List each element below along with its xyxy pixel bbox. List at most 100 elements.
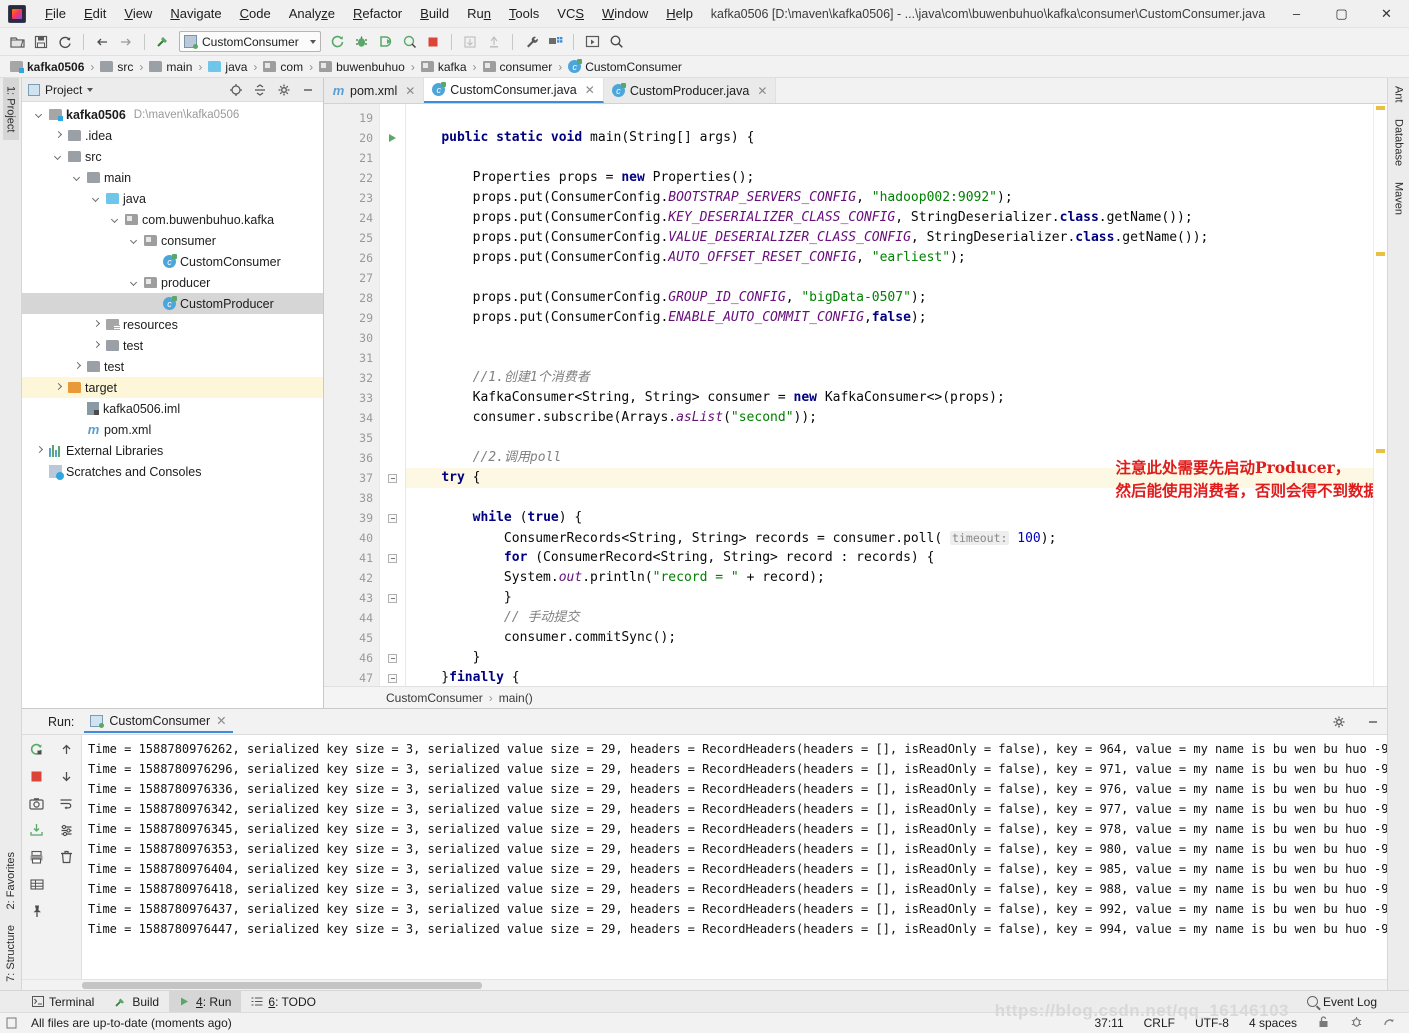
chevron-down-icon[interactable]	[72, 172, 83, 183]
breadcrumb-item-kafka[interactable]: kafka	[419, 59, 469, 75]
gutter-marker[interactable]	[380, 408, 405, 428]
code-line[interactable]: props.put(ConsumerConfig.BOOTSTRAP_SERVE…	[406, 188, 1373, 208]
run-tab-customconsumer[interactable]: CustomConsumer ✕	[84, 710, 233, 733]
bug-icon[interactable]	[1343, 1015, 1370, 1031]
line-number[interactable]: 19	[324, 108, 379, 128]
line-number[interactable]: 23	[324, 188, 379, 208]
line-number[interactable]: 36	[324, 448, 379, 468]
code-line[interactable]: consumer.commitSync();	[406, 628, 1373, 648]
collapse-all-icon[interactable]	[251, 81, 269, 99]
gutter-marker[interactable]	[380, 368, 405, 388]
search-everywhere-icon[interactable]	[605, 31, 627, 53]
code-line[interactable]: }	[406, 648, 1373, 668]
forward-icon[interactable]	[115, 31, 137, 53]
line-number[interactable]: 27	[324, 268, 379, 288]
close-icon[interactable]: ✕	[405, 84, 415, 98]
gutter-marker[interactable]	[380, 168, 405, 188]
tree-node-customconsumer[interactable]: c CustomConsumer	[22, 251, 323, 272]
chevron-down-icon[interactable]	[129, 277, 140, 288]
breadcrumb-class[interactable]: CustomConsumer	[386, 691, 483, 705]
menu-view[interactable]: View	[115, 3, 161, 24]
tree-node-kafka0506-iml[interactable]: kafka0506.iml	[22, 398, 323, 419]
code-line[interactable]: props.put(ConsumerConfig.ENABLE_AUTO_COM…	[406, 308, 1373, 328]
breadcrumb-item-customconsumer[interactable]: c CustomConsumer	[566, 59, 684, 75]
fold-region-icon[interactable]	[388, 553, 397, 563]
line-number[interactable]: 29	[324, 308, 379, 328]
fold-region-icon[interactable]	[388, 653, 397, 663]
gutter-marker[interactable]	[380, 208, 405, 228]
code-line[interactable]	[406, 148, 1373, 168]
menu-window[interactable]: Window	[593, 3, 657, 24]
settings-wrench-icon[interactable]	[520, 31, 542, 53]
line-number[interactable]: 32	[324, 368, 379, 388]
line-number[interactable]: 24	[324, 208, 379, 228]
indent-setting[interactable]: 4 spaces	[1242, 1016, 1304, 1030]
close-icon[interactable]: ✕	[1364, 0, 1409, 28]
gutter-marker[interactable]	[380, 108, 405, 128]
pin-icon[interactable]	[27, 902, 47, 920]
file-encoding[interactable]: UTF-8	[1188, 1016, 1236, 1030]
code-line[interactable]: KafkaConsumer<String, String> consumer =…	[406, 388, 1373, 408]
settings-icon[interactable]	[56, 821, 76, 839]
line-number[interactable]: 34	[324, 408, 379, 428]
breadcrumb-item-com[interactable]: com	[261, 59, 305, 75]
tree-node-customproducer[interactable]: c CustomProducer	[22, 293, 323, 314]
lock-icon[interactable]	[1310, 1015, 1337, 1031]
editor-markers-gutter[interactable]	[380, 104, 406, 686]
close-icon[interactable]: ✕	[216, 713, 226, 728]
commit-icon[interactable]	[483, 31, 505, 53]
line-number[interactable]: 42	[324, 568, 379, 588]
chevron-right-icon[interactable]	[34, 445, 45, 456]
code-line[interactable]	[406, 268, 1373, 288]
maximize-icon[interactable]: ▢	[1319, 0, 1364, 28]
save-all-icon[interactable]	[30, 31, 52, 53]
gutter-marker[interactable]	[380, 588, 405, 608]
soft-wrap-icon[interactable]	[56, 794, 76, 812]
chevron-right-icon[interactable]	[72, 361, 83, 372]
tree-node-consumer[interactable]: consumer	[22, 230, 323, 251]
branch-icon[interactable]	[1376, 1015, 1403, 1031]
sidebar-item-ant[interactable]: Ant	[1391, 78, 1407, 111]
gutter-marker[interactable]	[380, 348, 405, 368]
chevron-right-icon[interactable]	[53, 382, 64, 393]
fold-region-icon[interactable]	[388, 673, 397, 683]
minimize-icon[interactable]: –	[1274, 0, 1319, 28]
chevron-right-icon[interactable]	[53, 130, 64, 141]
print-icon[interactable]	[27, 848, 47, 866]
tree-node-scratches-and-consoles[interactable]: Scratches and Consoles	[22, 461, 323, 482]
sidebar-item-favorites[interactable]: 2: Favorites	[3, 844, 19, 917]
line-number[interactable]: 30	[324, 328, 379, 348]
export-icon[interactable]	[27, 821, 47, 839]
tab-pom-xml[interactable]: m pom.xml ✕	[324, 78, 425, 103]
breadcrumb-item-java[interactable]: java	[206, 59, 249, 75]
caret-position[interactable]: 37:11	[1087, 1016, 1130, 1030]
line-number[interactable]: 46	[324, 648, 379, 668]
menu-navigate[interactable]: Navigate	[161, 3, 230, 24]
line-number[interactable]: 47	[324, 668, 379, 686]
line-number[interactable]: 22	[324, 168, 379, 188]
tab-customconsumer-java[interactable]: c CustomConsumer.java ✕	[424, 78, 604, 103]
breadcrumb-item-kafka0506[interactable]: kafka0506	[8, 59, 86, 75]
code-line[interactable]: props.put(ConsumerConfig.GROUP_ID_CONFIG…	[406, 288, 1373, 308]
gutter-marker[interactable]	[380, 668, 405, 686]
menu-build[interactable]: Build	[411, 3, 458, 24]
gutter-marker[interactable]	[380, 248, 405, 268]
code-line[interactable]	[406, 428, 1373, 448]
console-horizontal-scrollbar[interactable]	[22, 979, 1387, 990]
line-number[interactable]: 44	[324, 608, 379, 628]
chevron-right-icon[interactable]	[91, 319, 102, 330]
debug-icon[interactable]	[350, 31, 372, 53]
gutter-marker[interactable]	[380, 288, 405, 308]
menu-refactor[interactable]: Refactor	[344, 3, 411, 24]
menu-code[interactable]: Code	[231, 3, 280, 24]
code-line[interactable]: consumer.subscribe(Arrays.asList("second…	[406, 408, 1373, 428]
code-line[interactable]: public static void main(String[] args) {	[406, 128, 1373, 148]
tree-node-resources[interactable]: resources	[22, 314, 323, 335]
breadcrumb-item-consumer[interactable]: consumer	[481, 59, 555, 75]
code-line[interactable]: System.out.println("record = " + record)…	[406, 568, 1373, 588]
chevron-down-icon[interactable]	[110, 214, 121, 225]
gutter-marker[interactable]	[380, 468, 405, 488]
line-number[interactable]: 38	[324, 488, 379, 508]
scrollbar-thumb[interactable]	[82, 982, 482, 989]
gutter-marker[interactable]	[380, 448, 405, 468]
